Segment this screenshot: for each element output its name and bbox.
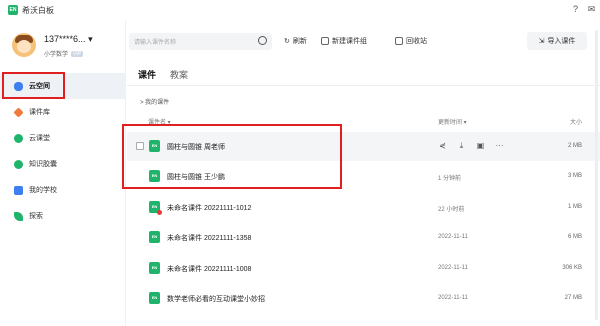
sidebar-item-courseware-library[interactable]: 课件库 <box>0 99 126 125</box>
search-placeholder: 请输入课件名称 <box>134 40 177 46</box>
file-updated-time: 22 小时前 <box>438 207 465 213</box>
file-size: 3 MB <box>567 173 582 179</box>
sidebar-item-my-school[interactable]: 我的学校 <box>0 177 126 203</box>
row-actions: ⋞ ⤓ ▣ ··· <box>438 141 504 151</box>
classroom-icon <box>14 133 23 143</box>
app-title: 希沃白板 <box>22 6 54 15</box>
chevron-down-icon[interactable]: ▾ <box>88 34 93 44</box>
file-updated-time: 2022-11-11 <box>438 265 468 271</box>
tab-lesson-plan[interactable]: 教案 <box>170 68 188 81</box>
folder-plus-icon <box>321 37 329 45</box>
courseware-file-icon: EN <box>149 231 160 243</box>
search-input[interactable]: 请输入课件名称 <box>129 33 272 50</box>
highlight-box-nav <box>2 72 65 99</box>
download-icon[interactable]: ⤓ <box>457 141 466 151</box>
import-button[interactable]: ⇲ 导入课件 <box>527 32 587 50</box>
file-updated-time: 1 分钟前 <box>438 176 462 182</box>
file-size: 27 MB <box>564 295 582 301</box>
file-updated-time: 2022-11-11 <box>438 234 468 240</box>
title-bar: EN 希沃白板 ? ✉ <box>0 0 600 20</box>
school-icon <box>14 185 23 195</box>
sidebar-item-knowledge-capsule[interactable]: 知识胶囊 <box>0 151 126 177</box>
present-icon[interactable]: ▣ <box>476 141 485 151</box>
avatar[interactable] <box>12 33 36 57</box>
capsule-icon <box>14 159 23 169</box>
app-logo-icon: EN <box>8 5 18 15</box>
file-size: 2 MB <box>567 143 582 149</box>
file-updated-time: 2022-11-11 <box>438 295 468 301</box>
breadcrumb[interactable]: > 我的课件 <box>140 97 169 106</box>
refresh-icon: ↻ <box>284 38 290 45</box>
sidebar: 137****6... ▾ 小学数学 VIP 云空间 课件库 云课堂 知识胶囊 … <box>0 20 126 326</box>
help-icon[interactable]: ? <box>570 4 581 15</box>
file-name[interactable]: 未命名课件 20221111-1358 <box>167 233 251 243</box>
search-icon[interactable] <box>258 36 267 45</box>
file-size: 6 MB <box>567 234 582 240</box>
scrollbar[interactable] <box>595 30 598 320</box>
refresh-button[interactable]: ↻ 刷新 <box>284 36 307 46</box>
recycle-bin-button[interactable]: 回收站 <box>395 36 427 46</box>
import-icon: ⇲ <box>538 38 545 45</box>
table-row[interactable]: EN 未命名课件 20221111-1012 22 小时前 1 MB <box>127 193 600 222</box>
column-header-time[interactable]: 更新时间 ▾ <box>438 117 467 126</box>
file-size: 306 KB <box>562 265 582 271</box>
share-icon[interactable]: ⋞ <box>438 141 447 151</box>
tab-courseware[interactable]: 课件 <box>138 68 156 81</box>
table-row[interactable]: EN 未命名课件 20221111-1358 2022-11-11 6 MB <box>127 223 600 252</box>
diamond-icon <box>13 106 24 118</box>
vip-badge: VIP <box>71 50 84 57</box>
sidebar-item-cloud-classroom[interactable]: 云课堂 <box>0 125 126 151</box>
highlight-box-rows <box>122 124 342 189</box>
user-name[interactable]: 137****6... ▾ <box>44 34 93 45</box>
new-group-button[interactable]: 新建课件组 <box>321 36 367 46</box>
message-icon[interactable]: ✉ <box>586 4 597 15</box>
tabs-divider <box>127 85 600 86</box>
rocket-icon <box>14 211 23 221</box>
file-name[interactable]: 数学老师必看的互动课堂小妙招 <box>167 294 265 304</box>
table-row[interactable]: EN 未命名课件 20221111-1008 2022-11-11 306 KB <box>127 254 600 283</box>
courseware-file-icon: EN <box>149 262 160 274</box>
sidebar-item-explore[interactable]: 探索 <box>0 203 126 229</box>
new-dot-icon <box>157 210 162 215</box>
column-header-size: 大小 <box>569 120 582 126</box>
tab-bar: 课件 教案 <box>138 68 188 81</box>
table-row[interactable]: EN 数学老师必看的互动课堂小妙招 2022-11-11 27 MB <box>127 284 600 313</box>
file-name[interactable]: 未命名课件 20221111-1008 <box>167 264 251 274</box>
file-name[interactable]: 未命名课件 20221111-1012 <box>167 203 251 213</box>
trash-icon <box>395 37 403 45</box>
file-size: 1 MB <box>567 204 582 210</box>
user-subject: 小学数学 VIP <box>44 50 84 58</box>
courseware-file-icon: EN <box>149 292 160 304</box>
courseware-file-icon: EN <box>149 201 162 215</box>
more-icon[interactable]: ··· <box>495 141 504 151</box>
